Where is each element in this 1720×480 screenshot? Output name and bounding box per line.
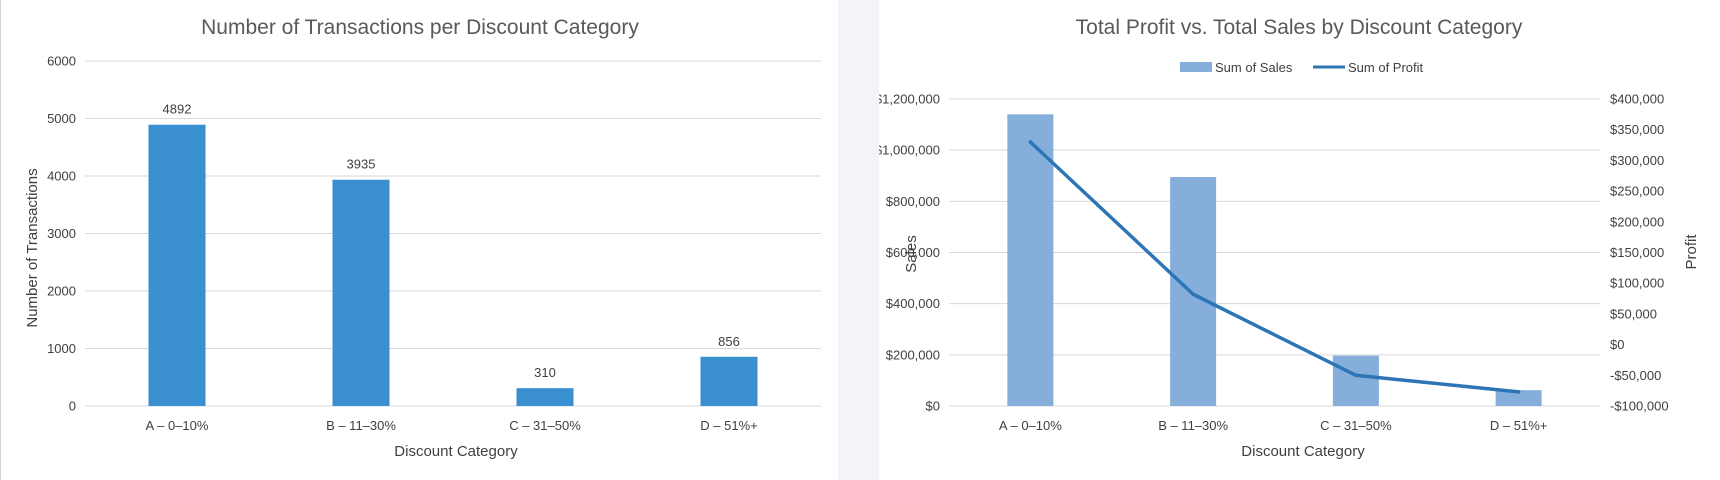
y2-tick-label: $350,000 xyxy=(1610,122,1664,137)
chart-title: Number of Transactions per Discount Cate… xyxy=(201,16,639,39)
y2-tick-label: $50,000 xyxy=(1610,306,1657,321)
profit-point xyxy=(1516,390,1521,394)
y2-tick-label: -$100,000 xyxy=(1610,399,1669,414)
x-tick-label: A – 0–10% xyxy=(999,418,1062,433)
sales-bar xyxy=(1332,355,1379,406)
sales-bar xyxy=(1170,177,1217,406)
y-tick-label: $800,000 xyxy=(886,194,940,209)
profit-point xyxy=(1191,292,1195,297)
x-tick-label: D – 51%+ xyxy=(1490,418,1547,433)
y2-tick-label: $100,000 xyxy=(1610,276,1664,291)
profit-vs-sales-combo-chart: Total Profit vs. Total Sales by Discount… xyxy=(879,16,1700,460)
legend-label-profit: Sum of Profit xyxy=(1348,60,1424,75)
y2-tick-label: -$50,000 xyxy=(1610,368,1661,383)
y2-tick-label: $400,000 xyxy=(1610,92,1664,107)
y-tick-label: $200,000 xyxy=(886,347,940,362)
y-axis-title: Number of Transactions xyxy=(24,168,41,327)
y-tick-label: $400,000 xyxy=(886,296,940,311)
data-label: 4892 xyxy=(163,102,192,117)
y-tick-label: 2000 xyxy=(47,284,76,299)
x-axis-title: Discount Category xyxy=(394,443,518,460)
plot-area: 0 1000 2000 3000 4000 5000 6000 4892 A – 0–10% 39… xyxy=(47,54,821,433)
y2-tick-label: $200,000 xyxy=(1610,214,1664,229)
chart-title: Total Profit vs. Total Sales by Discount… xyxy=(1076,16,1523,39)
x-tick-label: C – 31–50% xyxy=(509,418,581,433)
x-tick-label: B – 11–30% xyxy=(1158,418,1228,433)
legend-swatch-sales xyxy=(1180,62,1212,72)
y-tick-label: 3000 xyxy=(47,226,76,241)
profit-sales-chart-panel: Total Profit vs. Total Sales by Discount… xyxy=(879,0,1720,480)
y2-tick-label: $0 xyxy=(1610,337,1624,352)
profit-point xyxy=(1354,373,1358,378)
transactions-bar-chart: Number of Transactions per Discount Cate… xyxy=(24,16,821,460)
plot-area: $0 $200,000 $400,000 $600,000 $800,000 $1,000… xyxy=(879,92,1669,434)
x-tick-label: C – 31–50% xyxy=(1320,418,1392,433)
data-label: 310 xyxy=(534,365,556,380)
profit-point xyxy=(1028,140,1033,144)
y-tick-label: $1,000,000 xyxy=(879,143,940,158)
bar xyxy=(516,388,574,406)
data-label: 3935 xyxy=(347,157,376,172)
x-tick-label: B – 11–30% xyxy=(326,418,396,433)
bar xyxy=(148,124,206,407)
y2-axis-title: Profit xyxy=(1683,234,1700,270)
bar xyxy=(332,179,390,406)
y2-tick-label: $250,000 xyxy=(1610,184,1664,199)
legend: Sum of Sales Sum of Profit xyxy=(1180,60,1424,75)
x-tick-label: D – 51%+ xyxy=(700,418,757,433)
y-tick-label: 0 xyxy=(69,399,76,414)
y-tick-label: 5000 xyxy=(47,111,76,126)
y-tick-label: 4000 xyxy=(47,169,76,184)
data-label: 856 xyxy=(718,334,740,349)
x-axis-title: Discount Category xyxy=(1241,443,1365,460)
y-tick-label: 1000 xyxy=(47,341,76,356)
transactions-chart-panel: Number of Transactions per Discount Cate… xyxy=(0,0,838,480)
y-tick-label: $1,200,000 xyxy=(879,92,940,107)
y-tick-label: $600,000 xyxy=(886,245,940,260)
bar xyxy=(700,356,758,406)
legend-label-sales: Sum of Sales xyxy=(1215,60,1293,75)
y2-tick-label: $300,000 xyxy=(1610,153,1664,168)
y-tick-label: 6000 xyxy=(47,54,76,69)
y2-tick-label: $150,000 xyxy=(1610,245,1664,260)
x-tick-label: A – 0–10% xyxy=(146,418,209,433)
y-tick-label: $0 xyxy=(926,399,940,414)
